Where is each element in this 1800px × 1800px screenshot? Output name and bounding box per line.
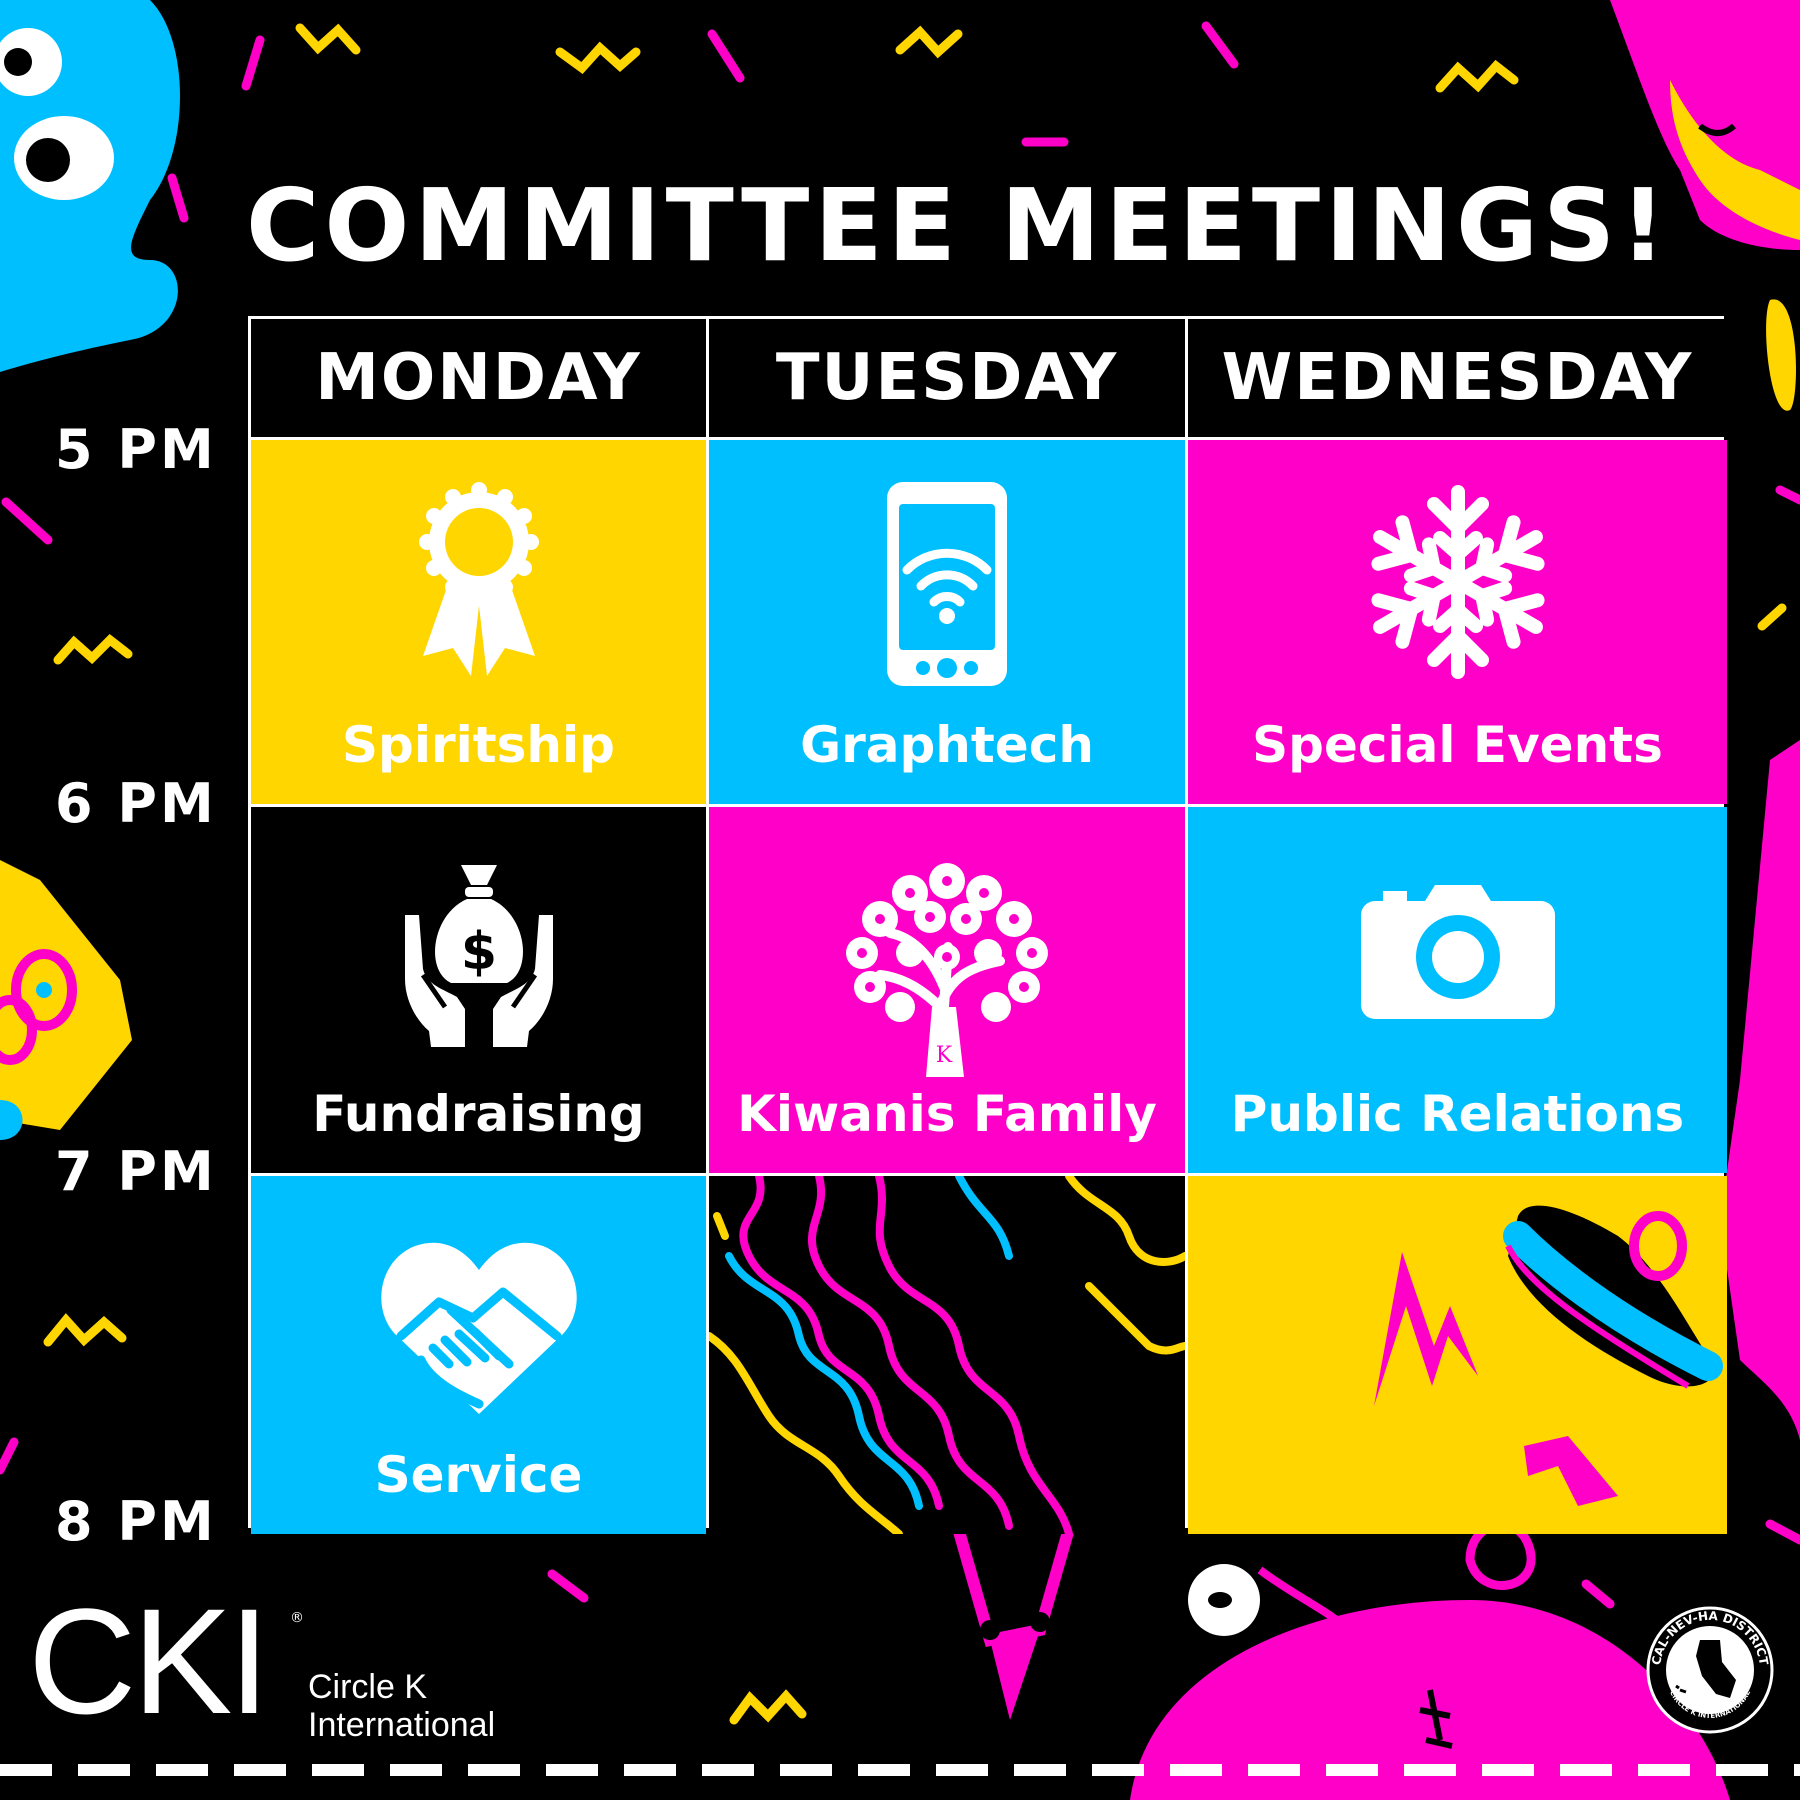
snowflake-icon xyxy=(1363,485,1553,682)
creature-illustration xyxy=(1374,1205,1723,1506)
tree-icon: K xyxy=(846,863,1048,1077)
registered-mark: ® xyxy=(290,1610,304,1626)
ribbon-icon xyxy=(418,482,539,676)
committee-label: Fundraising xyxy=(312,1085,645,1143)
squiggle-pattern xyxy=(709,1176,1185,1534)
svg-text:$: $ xyxy=(460,922,496,982)
committee-label: Spiritship xyxy=(342,716,615,774)
time-label-8pm: 8 PM xyxy=(55,1490,217,1553)
empty-cell-tuesday-7pm xyxy=(709,1176,1185,1534)
camera-icon xyxy=(1360,885,1555,1019)
cki-logo-line2: International xyxy=(308,1706,496,1744)
empty-cell-wednesday-7pm xyxy=(1188,1176,1727,1534)
day-header-tuesday: TUESDAY xyxy=(709,319,1185,437)
committee-label: Special Events xyxy=(1252,716,1663,774)
committee-cell-special-events: Special Events xyxy=(1188,440,1727,804)
cki-logo-text: Circle K International xyxy=(308,1668,495,1744)
cki-logo: CKI ® Circle K International xyxy=(28,1586,548,1750)
handshake-heart-icon xyxy=(380,1242,577,1414)
schedule-grid: MONDAY TUESDAY WEDNESDAY Spiritship Grap… xyxy=(248,316,1727,1534)
time-label-6pm: 6 PM xyxy=(55,772,217,835)
committee-cell-kiwanis-family: K Kiwanis Family xyxy=(709,807,1185,1173)
dashed-border xyxy=(0,1764,1800,1776)
cki-logo-line1: Circle K xyxy=(308,1668,428,1706)
time-label-7pm: 7 PM xyxy=(55,1140,217,1203)
committee-label: Public Relations xyxy=(1230,1085,1685,1143)
committee-cell-graphtech: Graphtech xyxy=(709,440,1185,804)
district-seal: CAL-NEV-HA DISTRICT CIRCLE K INTERNATION… xyxy=(1646,1606,1774,1734)
committee-cell-public-relations: Public Relations xyxy=(1188,807,1727,1173)
money-bag-hands-icon: $ xyxy=(404,865,553,1047)
committee-label: Kiwanis Family xyxy=(737,1085,1157,1143)
committee-label: Service xyxy=(374,1446,583,1504)
day-header-monday: MONDAY xyxy=(251,319,706,437)
committee-cell-fundraising: $ Fundraising xyxy=(251,807,706,1173)
cki-logo-mark: CKI xyxy=(28,1577,270,1745)
committee-label: Graphtech xyxy=(800,716,1094,774)
committee-cell-service: Service xyxy=(251,1176,706,1534)
phone-wifi-icon xyxy=(887,482,1007,686)
svg-text:K: K xyxy=(936,1043,953,1068)
committee-cell-spiritship: Spiritship xyxy=(251,440,706,804)
page-title: COMMITTEE MEETINGS! xyxy=(246,167,1671,284)
day-header-wednesday: WEDNESDAY xyxy=(1188,319,1727,437)
time-label-5pm: 5 PM xyxy=(55,418,217,481)
